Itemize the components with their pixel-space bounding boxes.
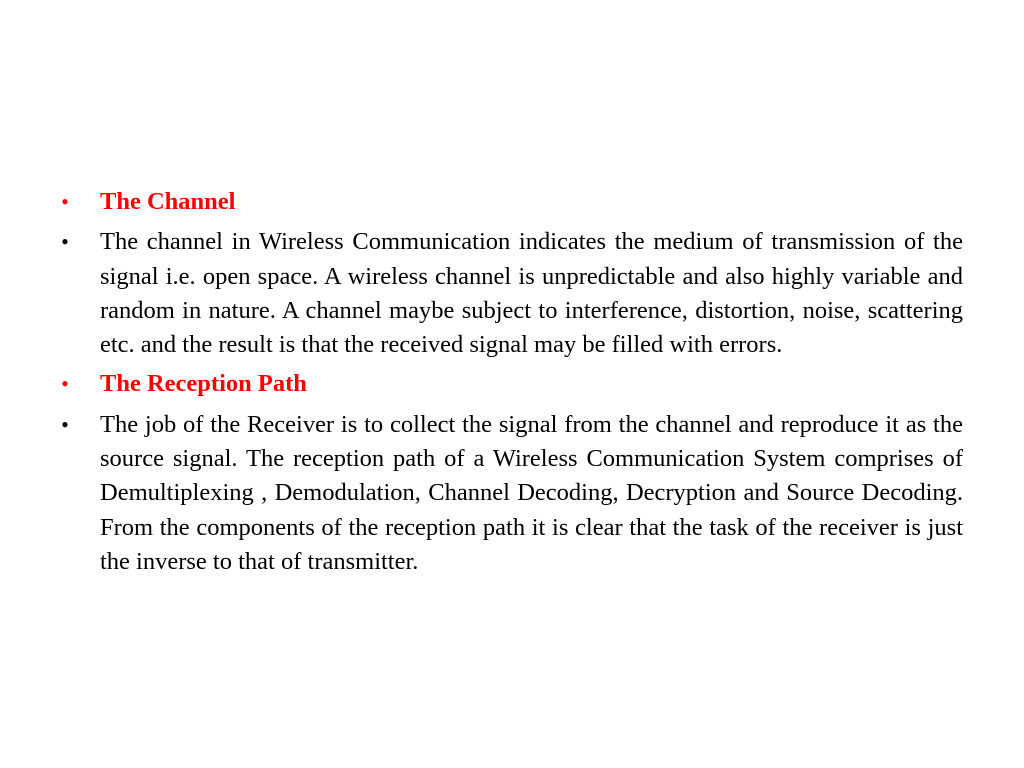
bullet-heading-the-reception-path: • The Reception Path bbox=[58, 367, 963, 401]
heading-text: The Channel bbox=[100, 188, 236, 215]
paragraph-text: The channel in Wireless Communication in… bbox=[100, 228, 963, 359]
bullet-paragraph-reception-path: • The job of the Receiver is to collect … bbox=[58, 408, 963, 579]
bullet-point-icon: • bbox=[61, 371, 69, 397]
paragraph-text: The job of the Receiver is to collect th… bbox=[100, 410, 963, 575]
heading-text: The Reception Path bbox=[100, 370, 307, 398]
bullet-paragraph-channel: • The channel in Wireless Communication … bbox=[58, 225, 963, 362]
bullet-point-icon: • bbox=[61, 411, 69, 437]
bullet-point-icon: • bbox=[61, 189, 69, 214]
bullet-heading-the-channel: • The Channel bbox=[58, 185, 963, 219]
bullet-point-icon: • bbox=[61, 229, 69, 255]
slide-content: • The Channel • The channel in Wireless … bbox=[58, 185, 963, 585]
